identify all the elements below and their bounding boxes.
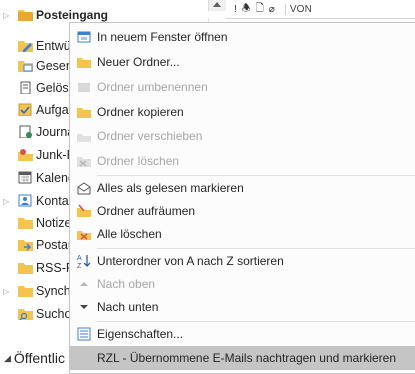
sort-az-icon: AZ	[77, 255, 91, 269]
menu-item-label: Alle löschen	[97, 227, 162, 241]
menu-item-label: Nach oben	[97, 277, 156, 291]
menu-item-move-folder[interactable]: Ordner verschieben	[70, 124, 415, 148]
menu-item-label: Neuer Ordner...	[97, 55, 180, 69]
menu-item-properties[interactable]: Eigenschaften...	[70, 322, 415, 346]
menu-item-sort-az[interactable]: AZ Unterordner von A nach Z sortieren	[70, 249, 415, 273]
move-up-icon	[80, 282, 88, 286]
reminder-icon[interactable]: 🕭	[242, 1, 251, 18]
menu-item-label: Alles als gelesen markieren	[97, 181, 244, 195]
menu-item-copy-folder[interactable]: Ordner kopieren	[70, 100, 415, 124]
expand-arrow-icon[interactable]: ▷	[3, 287, 11, 296]
item-type-icon[interactable]: 🗋	[256, 1, 264, 18]
calendar-folder-icon	[18, 171, 32, 184]
scroll-up-button[interactable]	[208, 0, 226, 11]
menu-item-label: Ordner umbenennen	[97, 80, 208, 94]
menu-item-label: In neuem Fenster öffnen	[97, 30, 228, 44]
move-down-icon	[80, 305, 88, 309]
importance-icon[interactable]: !	[234, 4, 237, 15]
tasks-folder-icon	[18, 103, 32, 116]
section-label: Öffentlic	[13, 350, 66, 366]
menu-item-rename-folder[interactable]: Ordner umbenennen	[70, 75, 415, 99]
menu-item-label: Unterordner von A nach Z sortieren	[97, 254, 284, 268]
contacts-folder-icon	[18, 194, 32, 207]
menu-item-label: Nach unten	[97, 300, 159, 314]
rename-folder-icon	[78, 83, 90, 92]
menu-item-label: Eigenschaften...	[97, 327, 184, 341]
copy-folder-icon	[77, 108, 91, 118]
menu-item-move-up[interactable]: Nach oben	[70, 272, 415, 296]
menu-item-mark-all-read[interactable]: Alles als gelesen markieren	[70, 176, 415, 200]
delete-folder-icon	[77, 157, 91, 167]
folder-label: Posteingang	[36, 8, 109, 22]
menu-item-delete-all[interactable]: Alle löschen	[70, 222, 415, 246]
menu-item-delete-folder[interactable]: Ordner löschen	[70, 149, 415, 173]
expand-arrow-icon[interactable]: ▷	[3, 197, 11, 206]
menu-item-open-new-window[interactable]: In neuem Fenster öffnen	[70, 25, 415, 49]
svg-text:A: A	[77, 255, 82, 262]
column-header-from[interactable]: VON	[284, 3, 312, 15]
menu-item-label: Ordner verschieben	[97, 129, 203, 143]
rss-folder-icon	[18, 263, 33, 274]
menu-item-label: Ordner löschen	[97, 154, 180, 168]
folder-context-menu: In neuem Fenster öffnen Neuer Ordner... …	[69, 22, 415, 374]
journal-folder-icon	[19, 125, 32, 138]
deleted-folder-icon	[20, 81, 31, 94]
notes-folder-icon	[18, 218, 33, 229]
properties-icon	[77, 327, 91, 341]
menu-item-rzl-import[interactable]: RZL - Übernommene E-Mails nachtragen und…	[70, 346, 415, 370]
mail-list-header: ! 🕭 🗋 ⌀ VON	[226, 0, 415, 19]
mark-read-icon	[77, 182, 91, 195]
new-folder-icon	[77, 58, 91, 68]
drafts-folder-icon	[18, 41, 33, 52]
sent-folder-icon	[18, 61, 33, 72]
collapse-arrow-icon[interactable]: ◢	[4, 353, 11, 363]
outbox-folder-icon	[18, 240, 33, 251]
inbox-folder-icon	[18, 10, 33, 21]
menu-item-label: Ordner kopieren	[97, 105, 184, 119]
folder-label: Notize	[36, 216, 72, 230]
menu-item-move-down[interactable]: Nach unten	[70, 295, 415, 319]
cleanup-folder-icon	[77, 204, 91, 217]
public-folders-section[interactable]: ◢ Öffentlic	[4, 350, 65, 366]
menu-item-cleanup-folder[interactable]: Ordner aufräumen	[70, 199, 415, 223]
menu-item-new-folder[interactable]: Neuer Ordner...	[70, 50, 415, 74]
sync-folder-icon	[18, 286, 33, 297]
search-folder-icon	[18, 309, 33, 320]
junk-folder-icon	[18, 149, 33, 161]
expand-arrow-icon[interactable]: ▷	[3, 11, 11, 20]
attachment-icon[interactable]: ⌀	[269, 4, 275, 15]
new-window-icon	[77, 31, 91, 43]
move-folder-icon	[77, 134, 91, 142]
menu-item-label: Ordner aufräumen	[97, 204, 196, 218]
delete-all-icon	[77, 231, 91, 240]
svg-text:Z: Z	[77, 263, 82, 269]
menu-item-label: RZL - Übernommene E-Mails nachtragen und…	[97, 351, 397, 365]
